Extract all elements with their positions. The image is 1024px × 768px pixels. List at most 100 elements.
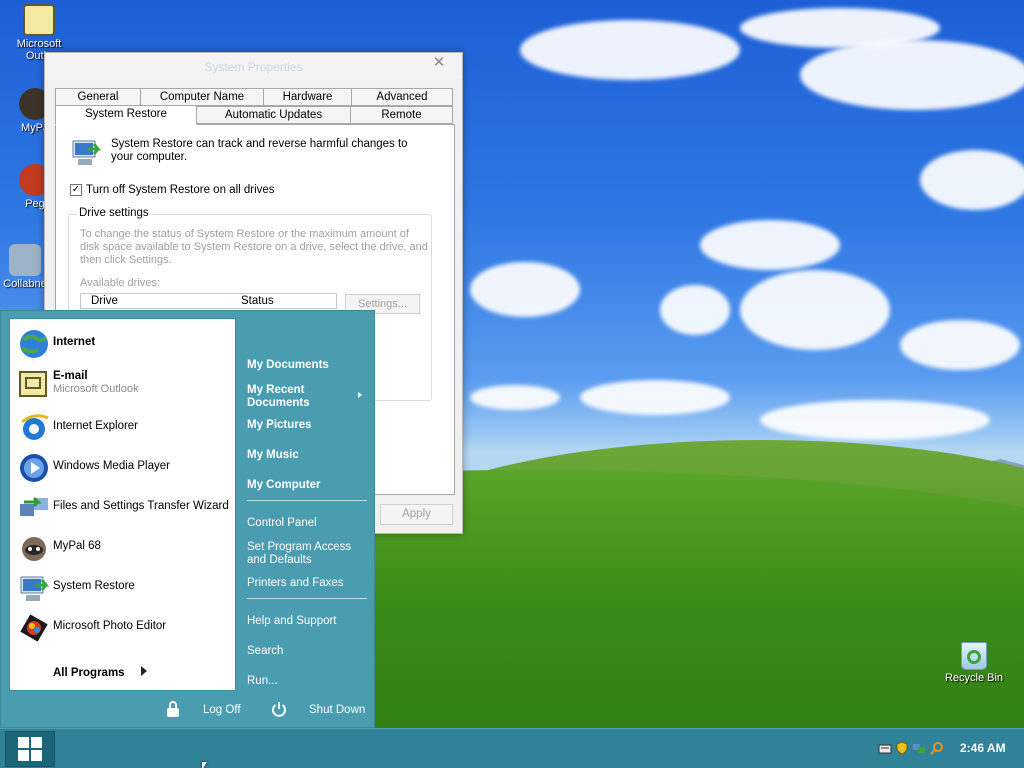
internet-globe-icon [20,330,48,358]
link-my-documents[interactable]: My Documents [247,359,329,372]
column-header-status[interactable]: Status [241,295,274,307]
system-restore-description: System Restore can track and reverse har… [111,138,408,163]
column-header-drive[interactable]: Drive [91,295,118,307]
turn-off-system-restore-checkbox[interactable]: ✓ [70,184,82,196]
log-off-label: Log Off [203,704,241,716]
separator [247,500,367,501]
log-off-button[interactable]: Log Off [163,700,253,720]
start-menu: Internet E-mail Microsoft Outlook Intern… [0,310,375,728]
cloud [760,400,990,440]
security-shield-icon[interactable] [895,741,909,755]
available-drives-label: Available drives: [80,277,160,289]
pinned-item-title: System Restore [53,580,135,592]
keyboard-icon[interactable] [878,741,892,755]
pinned-item-system-restore[interactable]: System Restore [16,571,231,605]
network-icon[interactable] [912,741,926,755]
link-my-pictures[interactable]: My Pictures [247,419,312,432]
pinned-item-internet-explorer[interactable]: Internet Explorer [16,411,231,445]
drive-settings-legend: Drive settings [77,207,151,219]
tab-label: Automatic Updates [224,109,323,121]
taskbar-clock[interactable]: 2:46 AM [960,741,1006,755]
pinned-item-subtitle: Microsoft Outlook [53,383,139,395]
pinned-item-windows-media-player[interactable]: Windows Media Player [16,451,231,485]
cloud [470,262,580,317]
window-title: System Properties [204,60,303,74]
tab-hardware[interactable]: Hardware [263,88,352,106]
tab-computer-name[interactable]: Computer Name [140,88,264,106]
cloud [740,270,890,350]
tab-label: General [77,91,119,103]
cloud [700,220,840,270]
tab-label: Computer Name [159,91,245,103]
pinned-item-title: Windows Media Player [53,460,170,472]
shut-down-label: Shut Down [309,704,366,716]
media-player-icon [20,454,48,482]
link-help-and-support[interactable]: Help and Support [247,615,337,628]
shut-down-button[interactable]: Shut Down [269,700,369,720]
pinned-item-email[interactable]: E-mail Microsoft Outlook [16,367,231,401]
pinned-item-title: MyPal 68 [53,540,101,552]
cloud [800,40,1024,110]
desktop-icon-recycle-bin[interactable]: Recycle Bin [937,642,1011,684]
link-my-computer[interactable]: My Computer [247,479,320,492]
system-restore-icon [20,576,50,601]
mypal-icon [22,537,46,561]
system-tray [876,741,948,757]
transfer-wizard-icon [20,496,48,516]
power-icon [272,702,286,717]
search-icon[interactable] [930,741,944,755]
pinned-item-title: Internet Explorer [53,420,139,432]
link-my-music[interactable]: My Music [247,449,299,462]
pinned-item-mypal[interactable]: MyPal 68 [16,531,231,565]
pinned-item-title: Internet [53,336,96,348]
link-search[interactable]: Search [247,645,283,658]
start-menu-places: My Documents My Recent Documents My Pict… [239,318,375,698]
separator [247,598,367,599]
windows-logo-icon [18,737,42,761]
cloud [580,380,730,415]
desktop-icon-label: Recycle Bin [944,672,1004,684]
start-menu-pinned-list: Internet E-mail Microsoft Outlook Intern… [9,318,236,691]
outlook-icon [19,371,47,397]
photo-editor-icon [20,614,48,642]
drive-settings-help: To change the status of System Restore o… [80,228,428,266]
mouse-cursor [202,762,207,768]
recycle-arrows [967,650,981,664]
pinned-item-title: Files and Settings Transfer Wizard [53,500,229,512]
link-run[interactable]: Run... [247,675,278,688]
outlook-icon [23,4,55,36]
link-my-recent-documents[interactable]: My Recent Documents [247,384,310,410]
start-button[interactable] [5,731,55,767]
all-programs-button[interactable]: All Programs [53,667,125,679]
tab-advanced[interactable]: Advanced [351,88,453,106]
cloud [900,320,1020,370]
pinned-item-title: Microsoft Photo Editor [53,620,167,632]
system-restore-icon [72,140,102,165]
cloud [520,20,740,80]
apply-button[interactable]: Apply [380,504,453,525]
tab-label: Remote [381,109,422,121]
internet-explorer-icon [21,414,49,440]
pinned-item-title: E-mail [53,370,88,382]
taskbar: 2:46 AM [0,728,1024,768]
pinned-item-photo-editor[interactable]: Microsoft Photo Editor [16,611,231,645]
drives-list[interactable]: Drive Status [80,293,337,309]
cloud [920,150,1024,210]
tab-automatic-updates[interactable]: Automatic Updates [196,106,351,124]
pinned-item-internet[interactable]: Internet [16,327,231,361]
turn-off-system-restore-label[interactable]: Turn off System Restore on all drives [86,184,275,196]
tab-system-restore[interactable]: System Restore [55,105,197,125]
link-set-program-access[interactable]: Set Program Access and Defaults [247,541,351,567]
lock-icon [167,701,179,717]
collabnet-icon [9,244,41,276]
tab-remote[interactable]: Remote [350,106,453,124]
pinned-item-transfer-wizard[interactable]: Files and Settings Transfer Wizard [16,491,231,525]
window-titlebar[interactable]: System Properties ✕ [45,53,462,79]
arrow-right-icon [141,666,147,676]
link-printers-and-faxes[interactable]: Printers and Faxes [247,577,344,590]
tab-label: Hardware [282,91,333,103]
link-control-panel[interactable]: Control Panel [247,517,317,530]
submenu-arrow-icon [358,392,362,398]
tab-general[interactable]: General [55,88,141,106]
close-icon[interactable]: ✕ [422,54,456,71]
